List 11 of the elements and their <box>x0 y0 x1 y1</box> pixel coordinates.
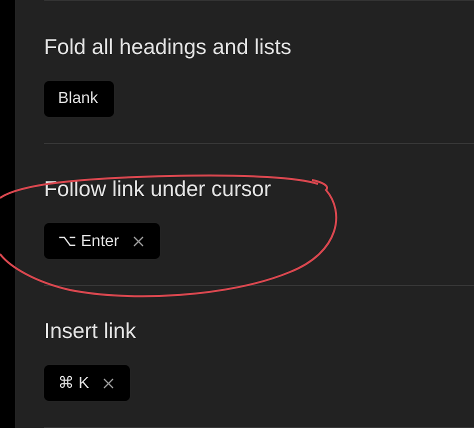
setting-title: Fold all headings and lists <box>44 34 292 60</box>
setting-title: Insert link <box>44 318 138 344</box>
hotkey-label: Blank <box>58 90 98 108</box>
hotkey-chip[interactable]: Blank <box>44 81 114 117</box>
hotkey-chip[interactable]: ⌘ K <box>44 365 130 401</box>
hotkey-chip[interactable]: ⌥ Enter <box>44 223 160 259</box>
setting-title: Follow link under cursor <box>44 176 272 202</box>
close-icon[interactable] <box>133 236 144 246</box>
close-icon[interactable] <box>103 378 114 388</box>
hotkey-label: ⌥ Enter <box>58 232 120 251</box>
hotkey-label: ⌘ K <box>58 374 90 393</box>
